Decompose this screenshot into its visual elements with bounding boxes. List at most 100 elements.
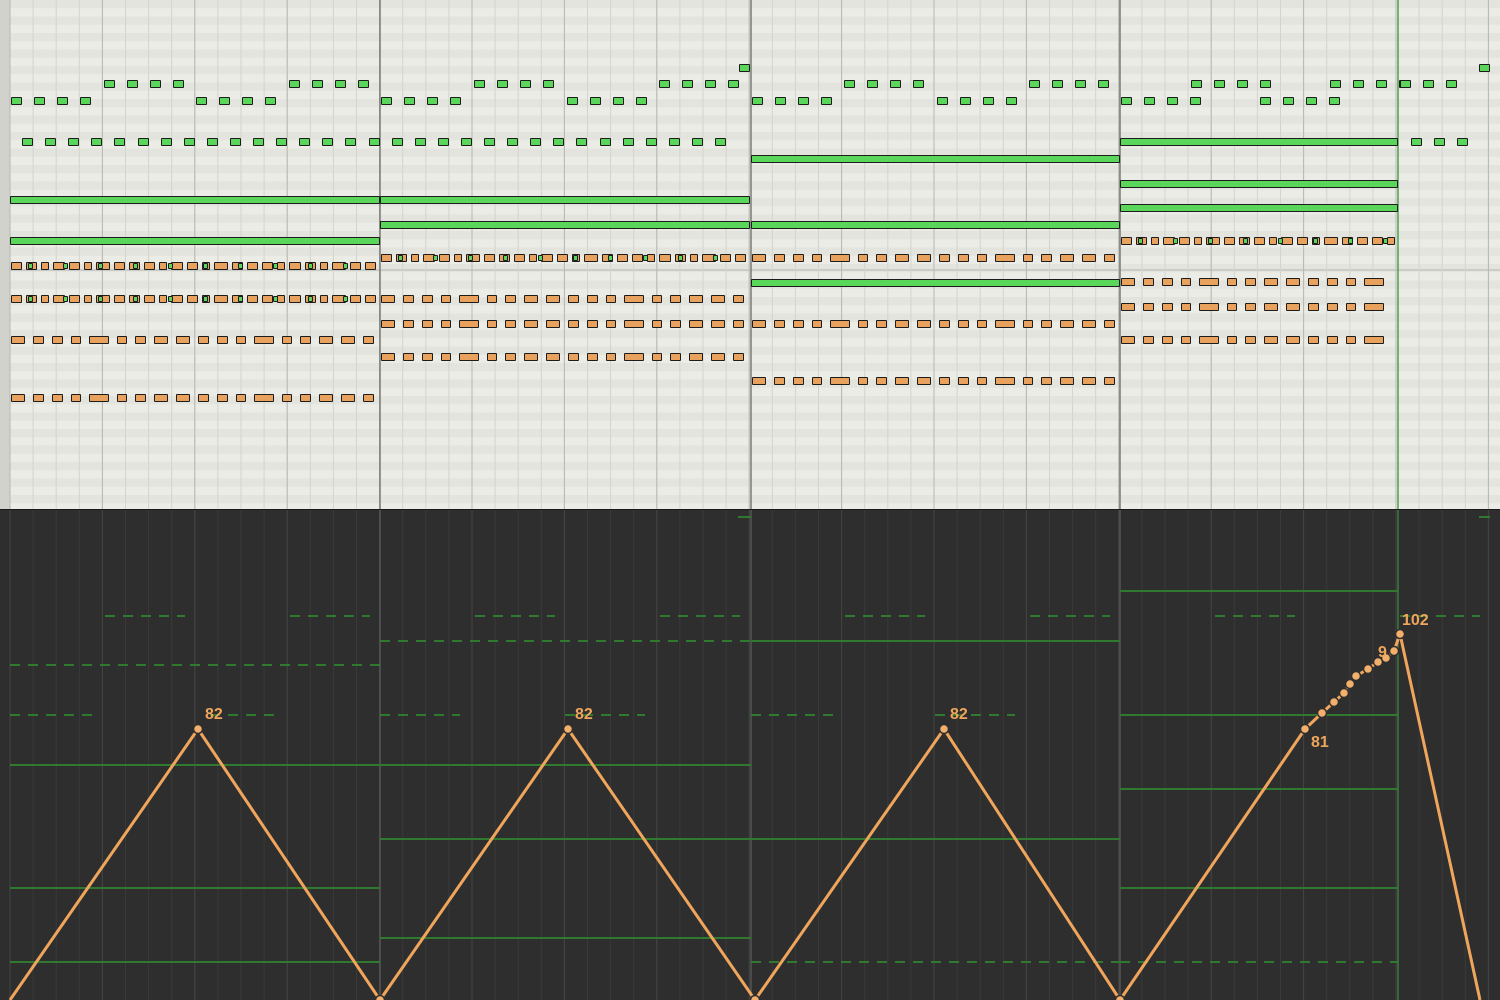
- orange-note[interactable]: [341, 394, 355, 402]
- green-note[interactable]: [1167, 97, 1178, 105]
- orange-note[interactable]: [1199, 336, 1219, 344]
- orange-note[interactable]: [350, 262, 361, 270]
- orange-note[interactable]: [217, 394, 228, 402]
- orange-note[interactable]: [1245, 303, 1256, 311]
- green-note[interactable]: [1352, 80, 1364, 88]
- orange-note[interactable]: [1194, 237, 1202, 245]
- orange-note[interactable]: [319, 336, 333, 344]
- green-note[interactable]: [1348, 238, 1353, 244]
- orange-note[interactable]: [505, 320, 516, 328]
- orange-note[interactable]: [52, 394, 63, 402]
- orange-note[interactable]: [1224, 237, 1235, 245]
- green-note[interactable]: [1120, 138, 1398, 146]
- orange-note[interactable]: [1060, 377, 1074, 385]
- orange-note[interactable]: [858, 377, 868, 385]
- orange-note[interactable]: [52, 336, 63, 344]
- orange-note[interactable]: [524, 295, 538, 303]
- green-note[interactable]: [715, 138, 726, 146]
- green-note[interactable]: [133, 296, 138, 302]
- orange-note[interactable]: [247, 295, 258, 303]
- automation-breakpoint[interactable]: [1316, 707, 1328, 719]
- orange-note[interactable]: [341, 336, 355, 344]
- green-note[interactable]: [1423, 80, 1434, 88]
- green-note[interactable]: [68, 138, 80, 146]
- green-note[interactable]: [1329, 97, 1340, 105]
- orange-note[interactable]: [793, 377, 804, 385]
- orange-note[interactable]: [670, 353, 681, 361]
- green-note[interactable]: [913, 80, 925, 88]
- orange-note[interactable]: [214, 295, 228, 303]
- orange-note[interactable]: [1060, 320, 1074, 328]
- orange-note[interactable]: [1327, 278, 1338, 286]
- green-note[interactable]: [599, 138, 611, 146]
- orange-note[interactable]: [71, 394, 81, 402]
- green-note[interactable]: [311, 80, 323, 88]
- orange-note[interactable]: [587, 295, 598, 303]
- green-note[interactable]: [566, 97, 578, 105]
- orange-note[interactable]: [1082, 377, 1096, 385]
- green-note[interactable]: [1005, 97, 1017, 105]
- automation-breakpoint[interactable]: [374, 994, 386, 1000]
- orange-note[interactable]: [1041, 377, 1052, 385]
- orange-note[interactable]: [1143, 278, 1154, 286]
- orange-note[interactable]: [1041, 254, 1052, 262]
- orange-note[interactable]: [403, 320, 414, 328]
- orange-note[interactable]: [1286, 336, 1300, 344]
- orange-note[interactable]: [895, 377, 909, 385]
- green-note[interactable]: [91, 138, 103, 146]
- orange-note[interactable]: [1297, 237, 1308, 245]
- orange-note[interactable]: [774, 377, 785, 385]
- orange-note[interactable]: [812, 377, 822, 385]
- orange-note[interactable]: [1199, 278, 1219, 286]
- green-note[interactable]: [1411, 138, 1422, 146]
- green-note[interactable]: [427, 97, 438, 105]
- green-note[interactable]: [473, 80, 485, 88]
- orange-note[interactable]: [69, 262, 80, 270]
- orange-note[interactable]: [289, 295, 301, 303]
- orange-note[interactable]: [262, 295, 273, 303]
- orange-note[interactable]: [690, 254, 698, 262]
- green-note[interactable]: [608, 255, 613, 261]
- green-note[interactable]: [1434, 138, 1445, 146]
- orange-note[interactable]: [812, 254, 822, 262]
- green-note[interactable]: [219, 97, 230, 105]
- orange-note[interactable]: [1269, 237, 1277, 245]
- orange-note[interactable]: [1121, 303, 1135, 311]
- green-note[interactable]: [380, 196, 750, 204]
- orange-note[interactable]: [1286, 303, 1300, 311]
- orange-note[interactable]: [441, 353, 451, 361]
- orange-note[interactable]: [459, 353, 479, 361]
- orange-note[interactable]: [1060, 254, 1074, 262]
- green-note[interactable]: [404, 97, 415, 105]
- orange-note[interactable]: [568, 295, 579, 303]
- green-note[interactable]: [484, 138, 495, 146]
- orange-note[interactable]: [1286, 278, 1300, 286]
- piano-roll-grid[interactable]: [0, 0, 1500, 510]
- orange-note[interactable]: [217, 336, 228, 344]
- orange-note[interactable]: [300, 394, 311, 402]
- green-note[interactable]: [450, 97, 461, 105]
- green-note[interactable]: [1457, 138, 1468, 146]
- orange-note[interactable]: [381, 295, 395, 303]
- orange-note[interactable]: [1227, 278, 1237, 286]
- green-note[interactable]: [28, 263, 33, 269]
- orange-note[interactable]: [830, 377, 850, 385]
- orange-note[interactable]: [277, 262, 285, 270]
- green-note[interactable]: [345, 138, 357, 146]
- green-note[interactable]: [1120, 204, 1398, 212]
- orange-note[interactable]: [568, 320, 579, 328]
- orange-note[interactable]: [876, 320, 887, 328]
- green-note[interactable]: [468, 255, 473, 261]
- orange-note[interactable]: [441, 295, 451, 303]
- green-note[interactable]: [10, 196, 380, 204]
- orange-note[interactable]: [1162, 278, 1173, 286]
- orange-note[interactable]: [735, 254, 746, 262]
- green-note[interactable]: [196, 97, 207, 105]
- orange-note[interactable]: [1264, 303, 1278, 311]
- green-note[interactable]: [589, 97, 601, 105]
- orange-note[interactable]: [254, 394, 274, 402]
- orange-note[interactable]: [546, 353, 560, 361]
- orange-note[interactable]: [733, 295, 744, 303]
- orange-note[interactable]: [41, 295, 49, 303]
- orange-note[interactable]: [711, 295, 725, 303]
